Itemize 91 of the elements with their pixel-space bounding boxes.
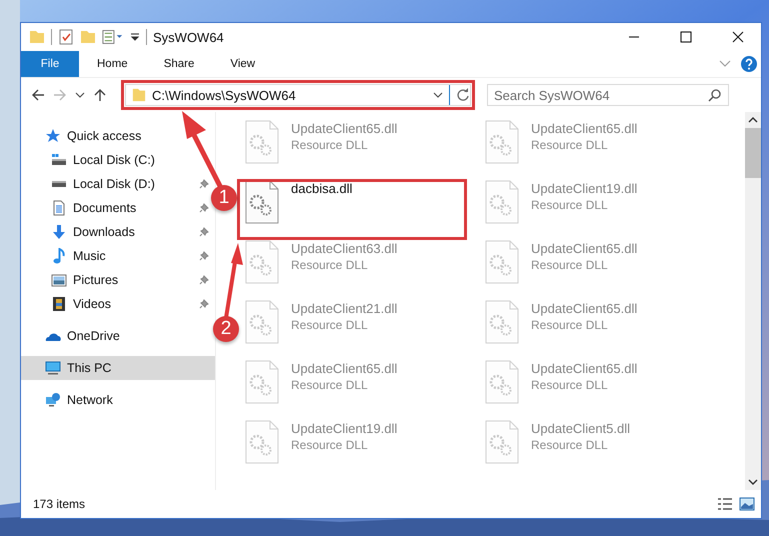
file-type: Resource DLL: [531, 138, 609, 152]
file-name[interactable]: UpdateClient5.dll: [531, 421, 630, 436]
file-gear-icon: [485, 300, 519, 344]
sidebar-item[interactable]: Local Disk (D:): [21, 172, 161, 196]
document-icon: [51, 200, 67, 216]
file-type: Resource DLL: [291, 258, 369, 272]
scroll-down-icon[interactable]: [748, 479, 758, 485]
scroll-up-icon[interactable]: [748, 117, 758, 123]
pin-icon[interactable]: [199, 251, 209, 261]
file-gear-icon: [485, 120, 519, 164]
file-type: Resource DLL: [531, 258, 609, 272]
file-name[interactable]: UpdateClient65.dll: [531, 121, 638, 136]
file-menu-tab[interactable]: File: [21, 51, 79, 77]
file-gear-icon: [485, 180, 519, 224]
sidebar-item[interactable]: OneDrive: [21, 324, 126, 348]
pin-icon[interactable]: [199, 299, 209, 309]
file-type: Resource DLL: [291, 138, 369, 152]
properties-icon[interactable]: [58, 29, 74, 45]
file-gear-icon: [245, 360, 279, 404]
picture-icon: [51, 272, 67, 288]
up-arrow-icon[interactable]: [93, 88, 107, 102]
pin-icon[interactable]: [199, 179, 209, 189]
file-gear-icon: [245, 240, 279, 284]
sidebar-item[interactable]: Local Disk (C:): [21, 148, 161, 172]
file-name[interactable]: UpdateClient19.dll: [291, 421, 398, 436]
view-options-icon[interactable]: [102, 29, 124, 45]
music-note-icon: [51, 248, 67, 264]
details-view-icon[interactable]: [717, 497, 733, 511]
search-icon: [708, 88, 722, 102]
file-name[interactable]: UpdateClient21.dll: [291, 301, 398, 316]
dropdown-icon[interactable]: [130, 32, 140, 42]
monitor-icon: [45, 360, 61, 376]
drive-icon: [51, 152, 67, 168]
search-field[interactable]: Search SysWOW64: [487, 84, 729, 106]
scroll-thumb[interactable]: [745, 128, 761, 178]
file-name[interactable]: dacbisa.dll: [291, 181, 352, 196]
file-gear-icon: [485, 420, 519, 464]
address-bar[interactable]: C:\Windows\SysWOW64: [125, 84, 471, 106]
download-arrow-icon: [51, 224, 67, 240]
file-name[interactable]: UpdateClient19.dll: [531, 181, 638, 196]
file-gear-icon: [485, 360, 519, 404]
file-name[interactable]: UpdateClient63.dll: [291, 241, 398, 256]
sidebar-item[interactable]: Documents: [21, 196, 142, 220]
file-name[interactable]: UpdateClient65.dll: [291, 121, 398, 136]
chevron-down-icon[interactable]: [75, 92, 85, 98]
item-count: 173 items: [33, 497, 86, 511]
sidebar-item[interactable]: Music: [21, 244, 112, 268]
file-name[interactable]: UpdateClient65.dll: [291, 361, 398, 376]
window-title: SysWOW64: [153, 30, 224, 44]
ribbon-tab[interactable]: View: [212, 51, 274, 77]
expand-ribbon-icon[interactable]: [719, 60, 731, 68]
file-type: Resource DLL: [291, 318, 369, 332]
file-gear-icon: [245, 120, 279, 164]
sidebar-item[interactable]: This PC: [21, 356, 215, 380]
file-gear-icon: [485, 240, 519, 284]
sidebar-item[interactable]: Quick access: [21, 124, 148, 148]
pin-icon[interactable]: [199, 203, 209, 213]
ribbon-tab[interactable]: Home: [79, 51, 146, 77]
scrollbar[interactable]: [745, 112, 761, 490]
file-type: Resource DLL: [291, 378, 369, 392]
maximize-icon: [680, 31, 692, 43]
file-type: Resource DLL: [531, 198, 609, 212]
folder-icon: [132, 87, 146, 103]
file-name[interactable]: UpdateClient65.dll: [531, 361, 638, 376]
file-type: Resource DLL: [531, 378, 609, 392]
file-type: Resource DLL: [531, 318, 609, 332]
help-icon[interactable]: [741, 56, 757, 72]
film-icon: [51, 296, 67, 312]
refresh-icon[interactable]: [456, 88, 470, 102]
back-arrow-icon[interactable]: [31, 88, 45, 102]
close-icon: [732, 31, 744, 43]
pin-icon[interactable]: [199, 275, 209, 285]
file-type: Resource DLL: [291, 438, 369, 452]
chevron-down-icon[interactable]: [433, 92, 443, 98]
large-icons-view-icon[interactable]: [739, 497, 755, 511]
file-name[interactable]: UpdateClient65.dll: [531, 241, 638, 256]
star-icon: [45, 128, 61, 144]
sidebar-item[interactable]: Pictures: [21, 268, 124, 292]
pin-icon[interactable]: [199, 227, 209, 237]
address-path: C:\Windows\SysWOW64: [152, 88, 297, 102]
drive-icon: [51, 181, 67, 187]
file-name[interactable]: UpdateClient65.dll: [531, 301, 638, 316]
sidebar-item[interactable]: Videos: [21, 292, 117, 316]
file-gear-icon: [245, 420, 279, 464]
sidebar-item[interactable]: Downloads: [21, 220, 141, 244]
file-gear-icon: [245, 180, 279, 224]
ribbon-tab[interactable]: Share: [146, 51, 212, 77]
file-gear-icon: [245, 300, 279, 344]
sidebar-item[interactable]: Network: [21, 388, 119, 412]
network-icon: [45, 392, 61, 408]
file-type: Resource DLL: [531, 438, 609, 452]
